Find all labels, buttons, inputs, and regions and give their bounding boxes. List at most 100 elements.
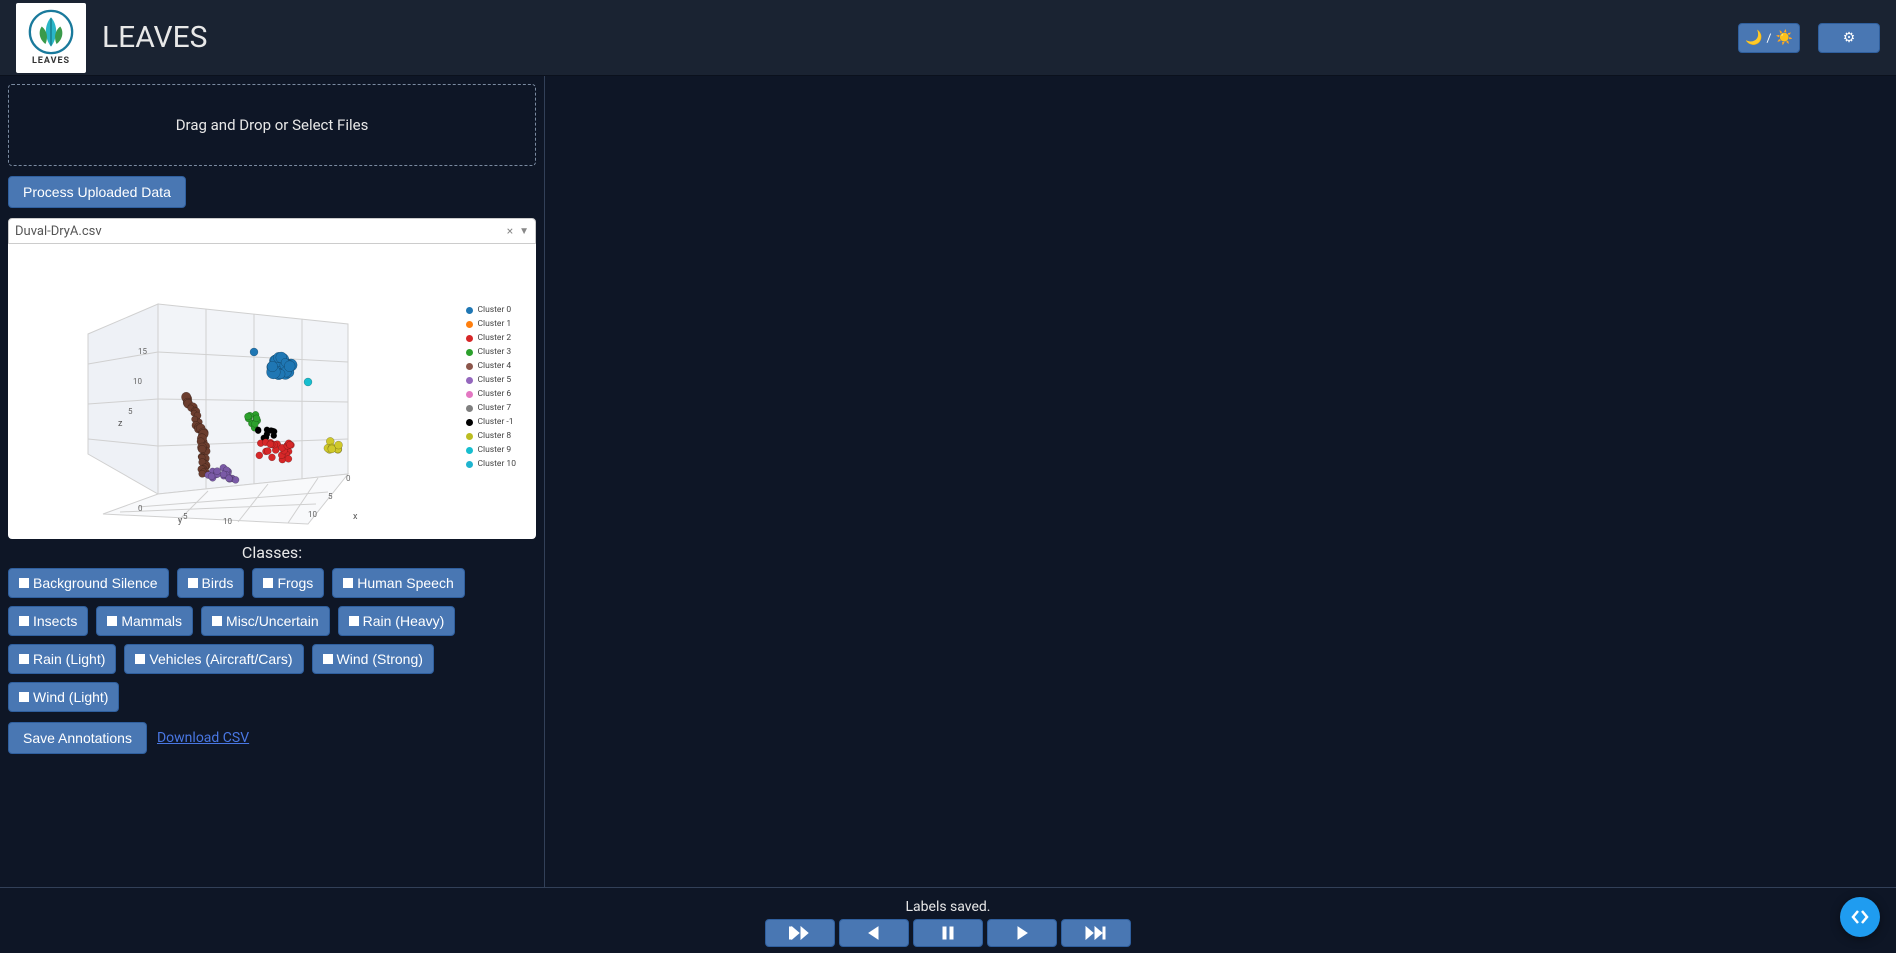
next-button[interactable] bbox=[987, 919, 1057, 947]
class-label: Birds bbox=[202, 575, 234, 591]
legend-label: Cluster 6 bbox=[477, 390, 511, 399]
legend-item[interactable]: Cluster -1 bbox=[466, 416, 516, 428]
legend-label: Cluster 2 bbox=[477, 334, 511, 343]
class-label: Misc/Uncertain bbox=[226, 613, 319, 629]
class-button[interactable]: Birds bbox=[177, 568, 245, 598]
class-label: Vehicles (Aircraft/Cars) bbox=[149, 651, 292, 667]
pause-button[interactable] bbox=[913, 919, 983, 947]
class-label: Rain (Light) bbox=[33, 651, 105, 667]
svg-text:5: 5 bbox=[128, 407, 133, 416]
logo-caption: LEAVES bbox=[32, 56, 70, 66]
legend-color-dot bbox=[466, 461, 473, 468]
class-label: Wind (Light) bbox=[33, 689, 108, 705]
stop-icon bbox=[349, 616, 359, 626]
class-button[interactable]: Frogs bbox=[252, 568, 324, 598]
skip-back-button[interactable] bbox=[765, 919, 835, 947]
class-button[interactable]: Rain (Light) bbox=[8, 644, 116, 674]
classes-heading: Classes: bbox=[8, 543, 536, 562]
class-button[interactable]: Vehicles (Aircraft/Cars) bbox=[124, 644, 303, 674]
app-header: LEAVES LEAVES 🌙 / ☀️ ⚙ bbox=[0, 0, 1896, 76]
legend-item[interactable]: Cluster 7 bbox=[466, 402, 516, 414]
legend-color-dot bbox=[466, 433, 473, 440]
legend-label: Cluster 4 bbox=[477, 362, 511, 371]
legend-item[interactable]: Cluster 10 bbox=[466, 458, 516, 470]
settings-button[interactable]: ⚙ bbox=[1818, 23, 1880, 53]
legend-color-dot bbox=[466, 391, 473, 398]
stop-icon bbox=[188, 578, 198, 588]
class-label: Rain (Heavy) bbox=[363, 613, 445, 629]
legend-item[interactable]: Cluster 1 bbox=[466, 318, 516, 330]
panel-toggle-button[interactable] bbox=[1840, 897, 1880, 937]
legend-color-dot bbox=[466, 335, 473, 342]
svg-text:10: 10 bbox=[223, 517, 232, 526]
status-message: Labels saved. bbox=[906, 899, 991, 915]
stop-icon bbox=[19, 616, 29, 626]
svg-text:10: 10 bbox=[133, 377, 142, 386]
legend-color-dot bbox=[466, 349, 473, 356]
svg-text:0: 0 bbox=[138, 504, 143, 513]
legend-color-dot bbox=[466, 307, 473, 314]
class-button[interactable]: Insects bbox=[8, 606, 88, 636]
y-axis-label: y bbox=[178, 516, 182, 526]
class-label: Human Speech bbox=[357, 575, 454, 591]
legend-item[interactable]: Cluster 8 bbox=[466, 430, 516, 442]
z-axis-label: z bbox=[118, 419, 122, 429]
class-button[interactable]: Rain (Heavy) bbox=[338, 606, 456, 636]
leaves-logo-icon bbox=[28, 9, 74, 55]
stop-icon bbox=[263, 578, 273, 588]
legend-item[interactable]: Cluster 0 bbox=[466, 304, 516, 316]
prev-button[interactable] bbox=[839, 919, 909, 947]
legend-item[interactable]: Cluster 5 bbox=[466, 374, 516, 386]
header-left: LEAVES LEAVES bbox=[16, 3, 207, 73]
download-csv-link[interactable]: Download CSV bbox=[157, 730, 249, 746]
legend-color-dot bbox=[466, 321, 473, 328]
legend-item[interactable]: Cluster 3 bbox=[466, 346, 516, 358]
save-annotations-button[interactable]: Save Annotations bbox=[8, 722, 147, 754]
app-title: LEAVES bbox=[102, 20, 207, 55]
legend-item[interactable]: Cluster 4 bbox=[466, 360, 516, 372]
clear-selection-icon[interactable]: × bbox=[507, 224, 513, 238]
stop-icon bbox=[343, 578, 353, 588]
legend-item[interactable]: Cluster 6 bbox=[466, 388, 516, 400]
chevron-down-icon[interactable]: ▼ bbox=[519, 226, 529, 237]
theme-toggle-button[interactable]: 🌙 / ☀️ bbox=[1738, 23, 1800, 53]
class-button[interactable]: Mammals bbox=[96, 606, 193, 636]
process-button[interactable]: Process Uploaded Data bbox=[8, 176, 186, 208]
skip-forward-button[interactable] bbox=[1061, 919, 1131, 947]
class-button[interactable]: Background Silence bbox=[8, 568, 169, 598]
legend-color-dot bbox=[466, 447, 473, 454]
svg-text:10: 10 bbox=[308, 510, 317, 519]
dropzone-label: Drag and Drop or Select Files bbox=[176, 116, 369, 134]
moon-icon: 🌙 bbox=[1745, 30, 1762, 46]
class-button-grid: Background Silence Birds Frogs Human Speech… bbox=[8, 568, 536, 712]
legend-item[interactable]: Cluster 9 bbox=[466, 444, 516, 456]
cluster-3d-plot[interactable]: 1510505100510 z y x Cluster 0Cluster 1Cl… bbox=[8, 244, 536, 539]
svg-text:5: 5 bbox=[183, 512, 188, 521]
chevrons-icon bbox=[1850, 907, 1870, 927]
legend-color-dot bbox=[466, 377, 473, 384]
legend-color-dot bbox=[466, 363, 473, 370]
stop-icon bbox=[19, 654, 29, 664]
legend-item[interactable]: Cluster 2 bbox=[466, 332, 516, 344]
class-label: Background Silence bbox=[33, 575, 158, 591]
class-button[interactable]: Human Speech bbox=[332, 568, 465, 598]
class-button[interactable]: Misc/Uncertain bbox=[201, 606, 330, 636]
legend-color-dot bbox=[466, 405, 473, 412]
stop-icon bbox=[212, 616, 222, 626]
right-panel bbox=[545, 76, 1896, 887]
legend-label: Cluster -1 bbox=[477, 418, 513, 427]
file-select-dropdown[interactable]: Duval-DryA.csv × ▼ bbox=[8, 218, 536, 244]
class-button[interactable]: Wind (Light) bbox=[8, 682, 119, 712]
class-label: Frogs bbox=[277, 575, 313, 591]
class-label: Mammals bbox=[121, 613, 182, 629]
left-panel: Drag and Drop or Select Files Process Up… bbox=[0, 76, 545, 887]
sun-icon: ☀️ bbox=[1775, 30, 1792, 46]
stop-icon bbox=[19, 692, 29, 702]
chart-legend[interactable]: Cluster 0 Cluster 1 Cluster 2 Cluster 3 Clus… bbox=[466, 304, 516, 472]
file-dropzone[interactable]: Drag and Drop or Select Files bbox=[8, 84, 536, 166]
transport-controls bbox=[765, 919, 1131, 947]
slash-sep: / bbox=[1767, 31, 1772, 45]
class-button[interactable]: Wind (Strong) bbox=[312, 644, 434, 674]
legend-label: Cluster 9 bbox=[477, 446, 511, 455]
footer: Labels saved. bbox=[0, 887, 1896, 953]
